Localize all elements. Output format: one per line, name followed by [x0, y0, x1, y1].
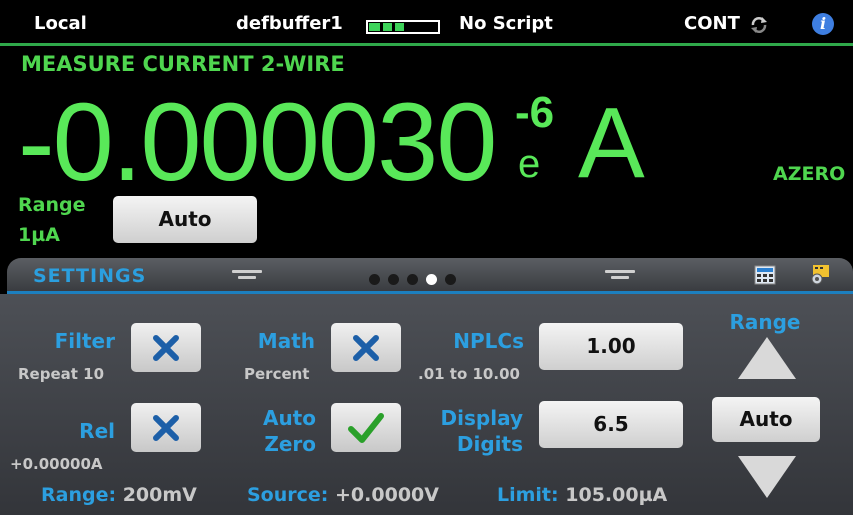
info-icon[interactable]: i [812, 13, 834, 35]
filter-sub: Repeat 10 [18, 365, 105, 383]
status-bar: Local defbuffer1 No Script CONT i [0, 0, 853, 46]
footer-source-key: Source: [247, 484, 329, 506]
azero-indicator: AZERO [773, 163, 846, 185]
autozero-label-line1: Auto [262, 406, 316, 430]
range-auto-button[interactable]: Auto [113, 196, 257, 243]
x-icon [353, 335, 379, 361]
math-toggle[interactable] [331, 323, 401, 372]
range-up-arrow-icon[interactable] [738, 337, 796, 379]
footer-range: Range: 200mV [41, 484, 197, 506]
settings-swipe-bar[interactable]: SETTINGS [7, 258, 853, 294]
x-icon [153, 415, 179, 441]
footer-limit-value: 105.00µA [565, 484, 668, 506]
range-indicator: Range 1µA [18, 190, 85, 250]
measure-function-title[interactable]: MEASURE CURRENT 2-WIRE [21, 52, 345, 76]
range-control-label: Range [729, 310, 801, 334]
footer-range-value: 200mV [122, 484, 197, 506]
filter-toggle[interactable] [131, 323, 201, 372]
range-auto-small-button[interactable]: Auto [712, 397, 820, 442]
display-digits-label: Display Digits [420, 405, 523, 457]
nplcs-sub: .01 to 10.00 [418, 365, 520, 383]
rel-toggle[interactable] [131, 403, 201, 452]
reading-exponent-base: e [518, 142, 541, 186]
settings-title: SETTINGS [33, 265, 147, 287]
footer-limit: Limit: 105.00µA [497, 484, 667, 506]
nplcs-label: NPLCs [453, 329, 524, 353]
autozero-toggle[interactable] [331, 403, 401, 452]
display-digits-button[interactable]: 6.5 [539, 401, 683, 448]
range-down-arrow-icon[interactable] [738, 456, 796, 498]
display-digits-label-line2: Digits [456, 432, 523, 456]
range-value: 1µA [18, 224, 60, 246]
buffer-name[interactable]: defbuffer1 [236, 13, 343, 34]
reading-value: -0.000030 [18, 81, 497, 204]
page-dot[interactable] [445, 274, 456, 285]
autozero-label: Auto Zero [240, 405, 316, 457]
math-label: Math [257, 329, 315, 353]
footer-limit-key: Limit: [497, 484, 559, 506]
reading-exponent: -6 [515, 88, 555, 137]
autozero-label-line2: Zero [264, 432, 316, 456]
buffer-fill-bar[interactable] [366, 20, 440, 34]
range-label: Range [18, 194, 86, 216]
display-digits-label-line1: Display [440, 406, 523, 430]
page-dot-active[interactable] [426, 274, 437, 285]
swipe-handle-right-icon[interactable] [605, 270, 635, 282]
reading-unit: A [578, 87, 645, 199]
check-icon [348, 413, 384, 443]
refresh-icon[interactable] [749, 15, 769, 35]
script-indicator[interactable]: No Script [459, 13, 553, 34]
page-dot[interactable] [407, 274, 418, 285]
mode-indicator[interactable]: Local [34, 13, 87, 34]
calculator-icon[interactable] [754, 264, 776, 286]
page-dot[interactable] [369, 274, 380, 285]
rel-sub: +0.00000A [10, 455, 103, 473]
math-sub: Percent [244, 365, 310, 383]
trigger-mode[interactable]: CONT [684, 13, 740, 34]
x-icon [153, 335, 179, 361]
page-dot[interactable] [388, 274, 399, 285]
footer-source-value: +0.0000V [335, 484, 439, 506]
rel-label: Rel [79, 419, 115, 443]
page-dots[interactable] [369, 270, 464, 289]
footer-source: Source: +0.0000V [247, 484, 439, 506]
swipe-handle-left-icon[interactable] [232, 270, 262, 282]
filter-label: Filter [54, 329, 115, 353]
nplcs-value-button[interactable]: 1.00 [539, 323, 683, 370]
settings-gear-icon[interactable] [809, 264, 831, 286]
footer-range-key: Range: [41, 484, 117, 506]
